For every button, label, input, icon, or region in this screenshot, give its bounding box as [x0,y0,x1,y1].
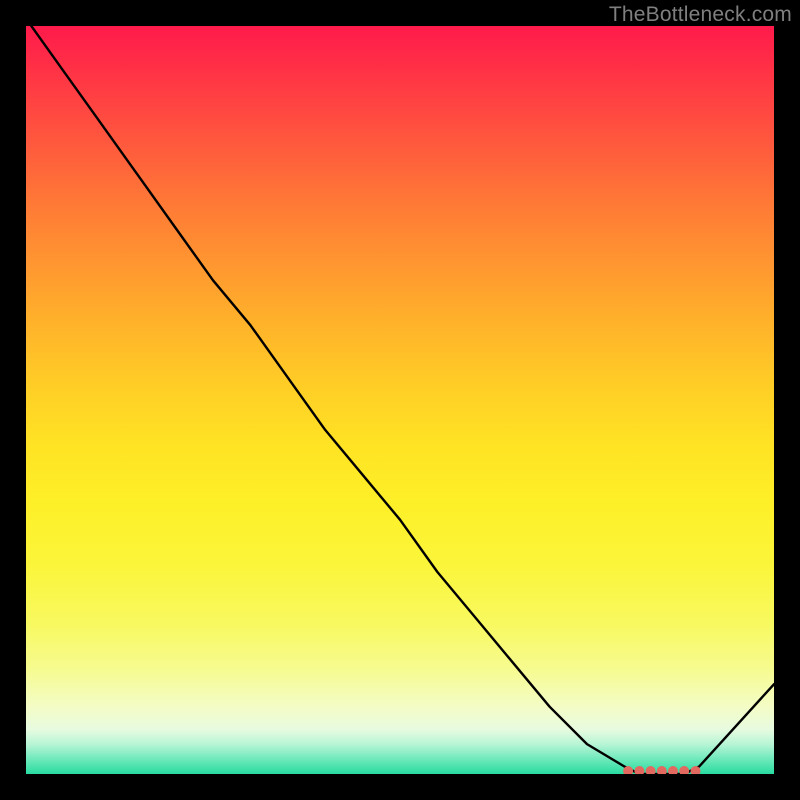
flat-marker-dot [634,766,644,774]
watermark-text: TheBottleneck.com [609,3,792,27]
chart-frame: TheBottleneck.com [0,0,800,800]
flat-marker-dot [679,766,689,774]
flat-marker-dot [657,766,667,774]
plot-area [26,26,774,774]
curve-line [26,26,774,774]
line-chart [26,26,774,774]
flat-marker-dot [646,766,656,774]
flat-marker-dot [668,766,678,774]
